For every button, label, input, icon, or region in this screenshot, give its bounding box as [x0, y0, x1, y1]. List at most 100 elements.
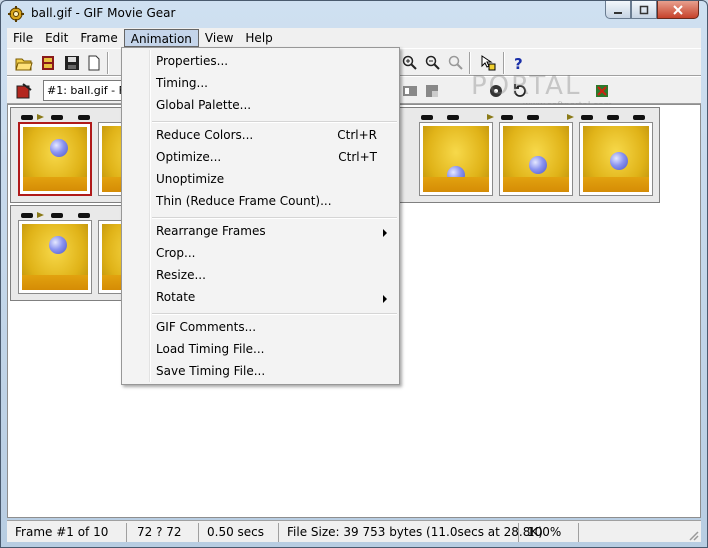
floor-graphic [22, 275, 88, 290]
zoom-in-button[interactable] [399, 52, 421, 74]
ball-graphic [49, 236, 67, 254]
sprocket-hole [581, 115, 593, 120]
status-filesize: File Size: 39 753 bytes (11.0secs at 28.… [279, 523, 543, 542]
minimize-button[interactable] [605, 1, 631, 19]
frame-marker-icon [37, 114, 44, 120]
sprocket-hole [51, 213, 63, 218]
zoom-normal-icon [448, 55, 463, 70]
new-document-icon [88, 55, 100, 71]
watermark-logo: PORTAL [471, 71, 582, 101]
menu-item-reduce-colors[interactable]: Reduce Colors... Ctrl+R [124, 125, 397, 147]
menu-item-label: Global Palette... [156, 98, 252, 112]
menu-item-label: Load Timing File... [156, 342, 265, 356]
sprocket-hole [633, 115, 645, 120]
new-button[interactable] [83, 52, 105, 74]
close-button[interactable] [657, 1, 699, 19]
menu-file[interactable]: File [7, 29, 39, 47]
frame-image [583, 126, 649, 192]
floor-graphic [503, 177, 569, 192]
frame-thumb-9[interactable] [579, 122, 653, 196]
sprocket-hole [21, 213, 33, 218]
ball-graphic [529, 156, 547, 174]
menu-item-optimize[interactable]: Optimize... Ctrl+T [124, 147, 397, 169]
sprocket-hole [607, 115, 619, 120]
svg-text:?: ? [514, 55, 523, 71]
submenu-arrow-icon [383, 295, 387, 303]
menu-item-gif-comments[interactable]: GIF Comments... [124, 317, 397, 339]
menu-item-unoptimize[interactable]: Unoptimize [124, 169, 397, 191]
menu-item-rotate[interactable]: Rotate [124, 287, 397, 309]
submenu-arrow-icon [383, 229, 387, 237]
sprocket-hole [78, 213, 90, 218]
menu-item-global-palette[interactable]: Global Palette... [124, 95, 397, 117]
menu-animation[interactable]: Animation [123, 29, 199, 47]
cursor-frame-icon [481, 55, 496, 71]
menu-item-label: Unoptimize [156, 172, 225, 186]
frame-grid-icon [403, 86, 417, 96]
menu-item-label: GIF Comments... [156, 320, 257, 334]
frame-delete-icon [596, 85, 608, 97]
menu-item-shortcut: Ctrl+T [338, 150, 377, 164]
frame-image [22, 224, 88, 290]
menu-item-save-timing[interactable]: Save Timing File... [124, 361, 397, 383]
status-delay: 0.50 secs [199, 523, 279, 542]
open-button[interactable] [13, 52, 35, 74]
window-controls [605, 1, 699, 20]
frame-image [503, 126, 569, 192]
frame-tool-a-button[interactable] [399, 80, 421, 102]
status-bar: Frame #1 of 10 72 ? 72 0.50 secs File Si… [7, 520, 701, 542]
frame-transparent-icon [426, 85, 438, 97]
menu-frame[interactable]: Frame [74, 29, 123, 47]
menu-separator [152, 313, 397, 315]
sprocket-hole [501, 115, 513, 120]
save-disk-icon [65, 56, 79, 70]
frame-thumb-1[interactable] [18, 122, 92, 196]
animation-menu: Properties... Timing... Global Palette..… [121, 47, 400, 385]
menu-item-shortcut: Ctrl+R [337, 128, 377, 142]
menu-separator [152, 121, 397, 123]
menu-item-thin[interactable]: Thin (Reduce Frame Count)... [124, 191, 397, 213]
save-button[interactable] [61, 52, 83, 74]
sprocket-hole [527, 115, 539, 120]
resize-grip-icon[interactable] [687, 529, 699, 541]
floor-graphic [583, 177, 649, 192]
frame-thumb-8[interactable] [499, 122, 573, 196]
frame-tool-b-button[interactable] [421, 80, 443, 102]
menu-item-label: Rearrange Frames [156, 224, 266, 238]
frame-marker-icon [487, 114, 494, 120]
maximize-button[interactable] [631, 1, 657, 19]
floor-graphic [23, 176, 87, 191]
window-title: ball.gif - GIF Movie Gear [31, 6, 176, 20]
zoom-out-button[interactable] [422, 52, 444, 74]
sprocket-hole [421, 115, 433, 120]
toolbar-separator [107, 52, 109, 74]
menu-item-timing[interactable]: Timing... [124, 73, 397, 95]
sprocket-hole [21, 115, 33, 120]
menu-item-label: Reduce Colors... [156, 128, 254, 142]
menu-item-properties[interactable]: Properties... [124, 51, 397, 73]
status-dimensions: 72 ? 72 [129, 523, 199, 542]
zoom-out-icon [425, 55, 440, 70]
frame-thumb-10[interactable] [18, 220, 92, 294]
menu-item-resize[interactable]: Resize... [124, 265, 397, 287]
menu-item-load-timing[interactable]: Load Timing File... [124, 339, 397, 361]
insert-frames-button[interactable] [37, 52, 59, 74]
menu-separator [152, 217, 397, 219]
status-zoom: 100% [519, 523, 579, 542]
zoom-reset-button[interactable] [445, 52, 467, 74]
zoom-in-icon [402, 55, 417, 70]
menu-item-label: Rotate [156, 290, 196, 304]
menu-view[interactable]: View [199, 29, 239, 47]
frame-tool-e-button[interactable] [591, 80, 613, 102]
frame-properties-button[interactable] [13, 80, 35, 102]
frame-select-combo[interactable]: #1: ball.gif - Fra [43, 80, 129, 101]
menu-help[interactable]: Help [239, 29, 278, 47]
app-gear-icon [8, 6, 24, 22]
menu-item-rearrange-frames[interactable]: Rearrange Frames [124, 221, 397, 243]
minimize-icon [614, 11, 622, 14]
sprocket-hole [51, 115, 63, 120]
menu-edit[interactable]: Edit [39, 29, 74, 47]
menu-item-crop[interactable]: Crop... [124, 243, 397, 265]
frame-thumb-7[interactable] [419, 122, 493, 196]
frame-marker-icon [567, 114, 574, 120]
